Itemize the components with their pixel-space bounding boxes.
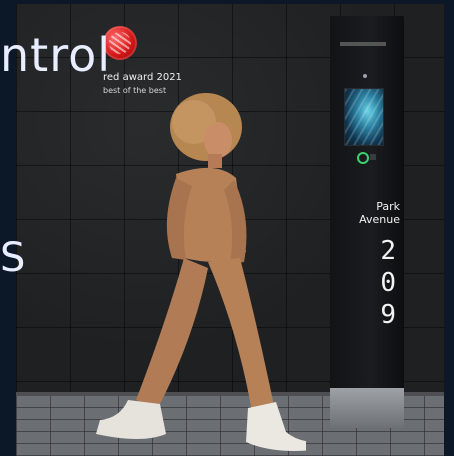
red-dot-award: red award 2021 best of the best — [103, 26, 223, 96]
award-title: red award 2021 — [103, 72, 182, 83]
kiosk-screen — [344, 88, 384, 146]
status-ring-icon — [357, 152, 369, 164]
camera-icon — [363, 74, 367, 78]
kiosk-top-bar — [340, 42, 386, 46]
kiosk-base — [330, 388, 404, 428]
side-glyph-fragment: S — [0, 235, 26, 281]
sensor-icon — [370, 154, 376, 160]
kiosk-label-line2: Avenue — [359, 213, 400, 226]
walking-woman — [96, 93, 306, 451]
award-subtitle: best of the best — [103, 86, 167, 95]
smart-kiosk: Park Avenue 2 0 9 — [330, 16, 404, 404]
kiosk-digit: 0 — [380, 268, 396, 298]
headline-fragment: ntrol — [0, 28, 112, 82]
kiosk-digit: 2 — [380, 236, 396, 266]
kiosk-digit: 9 — [380, 300, 396, 330]
kiosk-label-line1: Park — [376, 200, 400, 213]
